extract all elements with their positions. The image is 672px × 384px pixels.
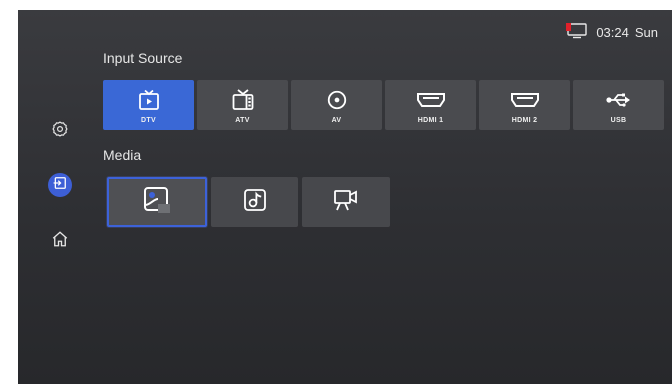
input-label: HDMI 2 bbox=[511, 117, 538, 124]
clock-day: Sun bbox=[634, 24, 658, 40]
photo-icon bbox=[142, 186, 172, 219]
input-tile-atv[interactable]: ATV bbox=[197, 80, 288, 130]
sidebar-item-settings[interactable] bbox=[48, 119, 72, 143]
input-tile-usb[interactable]: USB bbox=[573, 80, 664, 130]
input-label: DTV bbox=[141, 117, 156, 124]
status-bar: 03:24 Sun bbox=[542, 21, 672, 43]
input-tile-dtv[interactable]: DTV bbox=[103, 80, 194, 130]
music-icon bbox=[243, 188, 267, 217]
input-tile-hdmi-1[interactable]: HDMI 1 bbox=[385, 80, 476, 130]
media-tile-photo[interactable] bbox=[107, 177, 207, 227]
clock-time: 03:24 bbox=[596, 24, 629, 40]
hdmi-icon bbox=[510, 87, 540, 113]
input-label: USB bbox=[610, 117, 627, 124]
input-tile-hdmi-2[interactable]: HDMI 2 bbox=[479, 80, 570, 130]
input-label: ATV bbox=[235, 117, 250, 124]
media-title: Media bbox=[103, 147, 142, 163]
media-tile-video[interactable] bbox=[302, 177, 390, 227]
tv-indicator-icon bbox=[566, 22, 588, 42]
sidebar-item-home[interactable] bbox=[48, 229, 72, 253]
video-icon bbox=[333, 188, 359, 217]
gear-icon bbox=[51, 120, 69, 143]
hdmi-icon bbox=[416, 87, 446, 113]
input-source-title: Input Source bbox=[103, 50, 183, 66]
dtv-icon bbox=[137, 87, 161, 113]
input-icon bbox=[53, 176, 67, 195]
input-tile-av[interactable]: AV bbox=[291, 80, 382, 130]
sidebar-item-input-source[interactable] bbox=[48, 173, 72, 197]
input-label: AV bbox=[331, 117, 342, 124]
media-tile-music[interactable] bbox=[211, 177, 298, 227]
input-label: HDMI 1 bbox=[417, 117, 444, 124]
atv-icon bbox=[231, 87, 255, 113]
usb-icon bbox=[605, 87, 633, 113]
av-icon bbox=[326, 87, 348, 113]
home-icon bbox=[51, 230, 69, 253]
tv-screen: 03:24 Sun Input Source Media DTV ATV AV … bbox=[18, 10, 672, 384]
